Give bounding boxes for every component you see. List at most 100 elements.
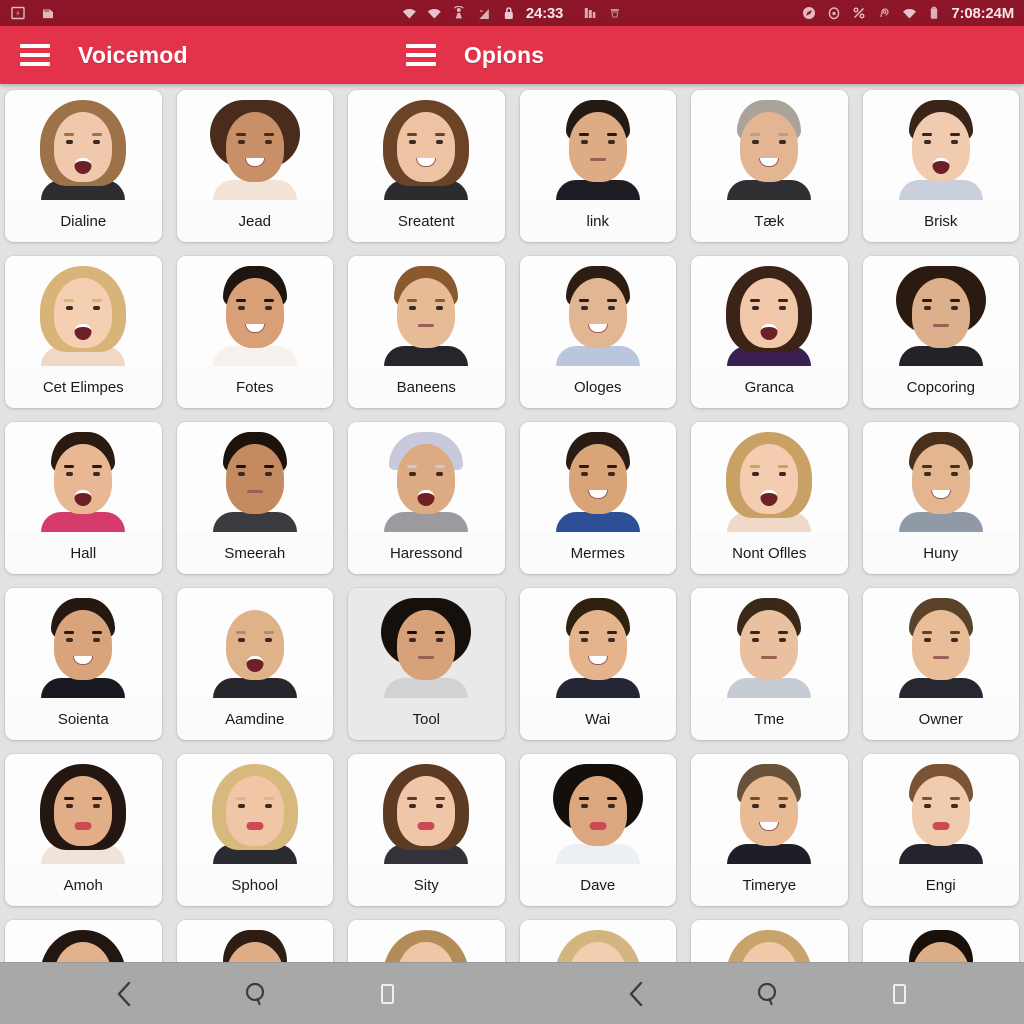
voice-card[interactable]: Sphool	[176, 754, 333, 906]
voice-avatar	[176, 90, 333, 200]
voice-avatar	[348, 588, 505, 698]
voice-avatar	[691, 588, 848, 698]
recents-icon[interactable]	[365, 972, 409, 1016]
wifi-icon	[426, 5, 442, 21]
status-bar-left-icons	[10, 5, 56, 21]
voice-avatar	[176, 920, 333, 962]
voice-card-label: Engi	[925, 876, 956, 894]
voice-avatar	[5, 422, 162, 532]
voice-card[interactable]: Mermes	[519, 422, 676, 574]
screenshot-icon	[10, 5, 26, 21]
voice-card[interactable]: Huny	[862, 422, 1019, 574]
voice-card-label: Granca	[744, 378, 794, 396]
app-bar-primary-section: Voicemod	[0, 26, 188, 84]
voice-card[interactable]	[691, 920, 848, 962]
voice-avatar	[176, 754, 333, 864]
voice-card[interactable]: Aamdine	[176, 588, 333, 740]
voice-avatar	[691, 90, 848, 200]
voice-avatar	[862, 90, 1019, 200]
voice-card[interactable]	[519, 920, 676, 962]
app-title: Voicemod	[78, 41, 188, 68]
voice-avatar	[5, 90, 162, 200]
voice-card[interactable]: link	[519, 90, 676, 242]
search-icon[interactable]	[234, 972, 278, 1016]
voice-grid-scroll-area[interactable]: Dialine Jead Sreatent link Tæk Brisk Cet Elimp…	[0, 84, 1024, 962]
voice-avatar	[348, 754, 505, 864]
voice-card[interactable]: Nont Oflles	[691, 422, 848, 574]
voice-card-label: Sphool	[231, 876, 279, 894]
voice-avatar	[348, 256, 505, 366]
voice-card[interactable]: Timerye	[691, 754, 848, 906]
voice-card[interactable]: Granca	[691, 256, 848, 408]
system-navigation-bar	[0, 962, 1024, 1024]
voice-card-label: Tæk	[754, 212, 785, 230]
voice-card-label: link	[586, 212, 609, 230]
voice-card[interactable]: Amoh	[5, 754, 162, 906]
voice-card-label: Haressond	[389, 544, 463, 562]
voice-avatar	[348, 422, 505, 532]
voice-card-label: Fotes	[235, 378, 274, 396]
voice-card-label: Mermes	[570, 544, 625, 562]
hamburger-menu-icon[interactable]	[20, 44, 50, 66]
voice-card[interactable]: Cet Elimpes	[5, 256, 162, 408]
voice-card[interactable]: Ologes	[519, 256, 676, 408]
voice-card[interactable]: Jead	[176, 90, 333, 242]
voice-card[interactable]: Tool	[348, 588, 505, 740]
voice-card-label: Tool	[412, 710, 441, 728]
voice-card-label: Timerye	[742, 876, 797, 894]
voice-card-label: Soienta	[57, 710, 109, 728]
voice-card-label: Owner	[918, 710, 963, 728]
voice-card-label: Brisk	[924, 212, 958, 230]
voice-card-label: Ologes	[573, 378, 622, 396]
alarm-icon	[826, 5, 842, 21]
voice-card[interactable]: Smeerah	[176, 422, 333, 574]
status-bar: 24:33 7:08:24M	[0, 0, 1024, 26]
voice-card[interactable]: Owner	[862, 588, 1019, 740]
voice-avatar	[5, 588, 162, 698]
voice-card-label: Sity	[413, 876, 439, 894]
back-icon[interactable]	[103, 972, 147, 1016]
voice-card[interactable]: Hall	[5, 422, 162, 574]
voice-avatar	[348, 920, 505, 962]
back-icon[interactable]	[615, 972, 659, 1016]
voice-card-label: Nont Oflles	[732, 544, 807, 562]
voice-card[interactable]: Haressond	[348, 422, 505, 574]
voice-card-label: Amoh	[63, 876, 103, 894]
voice-avatar	[691, 920, 848, 962]
voice-card[interactable]: Fotes	[176, 256, 333, 408]
voice-card[interactable]: Brisk	[862, 90, 1019, 242]
voice-card[interactable]	[348, 920, 505, 962]
wifi-icon	[401, 5, 417, 21]
voice-avatar	[519, 920, 676, 962]
voice-card[interactable]: Tæk	[691, 90, 848, 242]
voice-card[interactable]	[176, 920, 333, 962]
voice-avatar	[348, 90, 505, 200]
hamburger-menu-icon[interactable]	[405, 44, 436, 66]
voice-card-label: Jead	[238, 212, 272, 230]
voice-card-label: Copcoring	[906, 378, 975, 396]
voice-card[interactable]: Engi	[862, 754, 1019, 906]
options-title: Opions	[463, 41, 545, 68]
voice-avatar	[862, 754, 1019, 864]
recents-icon[interactable]	[877, 972, 921, 1016]
voice-card[interactable]: Sity	[348, 754, 505, 906]
voice-card-label: Smeerah	[224, 544, 286, 562]
voice-card[interactable]: Sreatent	[348, 90, 505, 242]
voice-avatar	[5, 754, 162, 864]
voice-card[interactable]: Copcoring	[862, 256, 1019, 408]
wifi-icon	[901, 5, 917, 21]
voice-card[interactable]: Wai	[519, 588, 676, 740]
voice-card[interactable]: Soienta	[5, 588, 162, 740]
voice-grid: Dialine Jead Sreatent link Tæk Brisk Cet Elimp…	[0, 90, 1024, 962]
search-icon[interactable]	[746, 972, 790, 1016]
signal-icon	[476, 5, 492, 21]
voice-avatar	[691, 422, 848, 532]
voice-card[interactable]	[5, 920, 162, 962]
voice-card[interactable]: Dialine	[5, 90, 162, 242]
voice-card-label: Cet Elimpes	[42, 378, 124, 396]
voice-card-label: Wai	[585, 710, 611, 728]
voice-card[interactable]	[862, 920, 1019, 962]
voice-card[interactable]: Dave	[519, 754, 676, 906]
voice-card[interactable]: Baneens	[348, 256, 505, 408]
voice-card[interactable]: Tme	[691, 588, 848, 740]
